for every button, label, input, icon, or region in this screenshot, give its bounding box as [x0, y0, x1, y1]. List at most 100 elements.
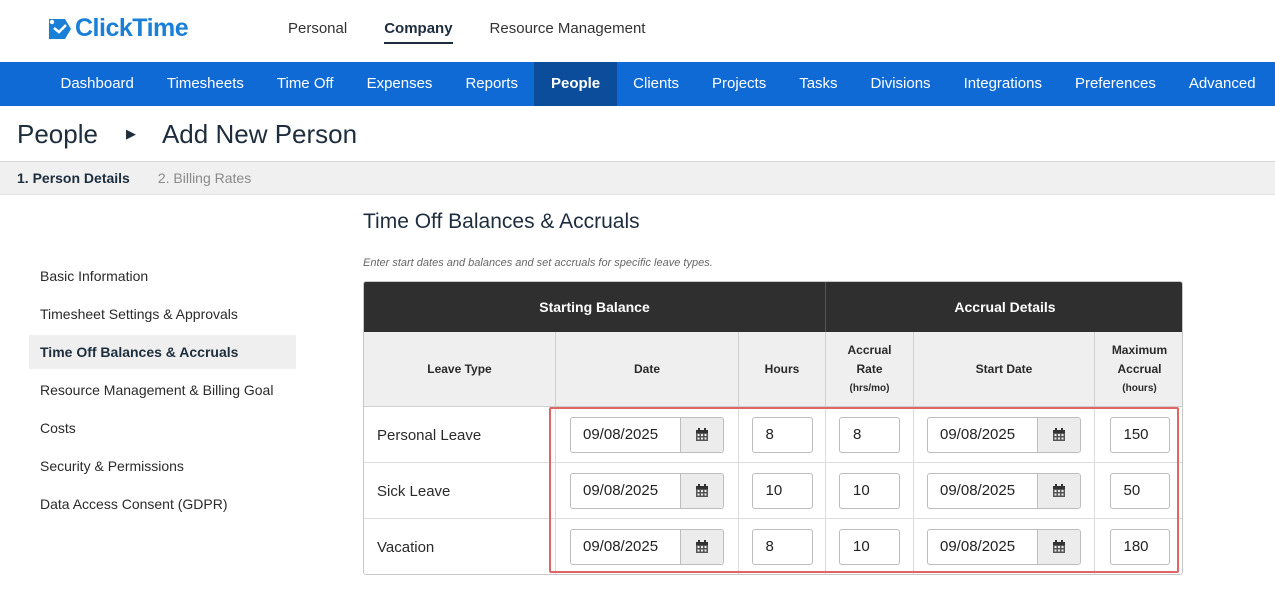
nav-reports[interactable]: Reports	[449, 62, 535, 106]
top-nav-company[interactable]: Company	[384, 0, 453, 62]
balance-date-input[interactable]: 09/08/2025	[570, 473, 724, 509]
nav-divisions[interactable]: Divisions	[854, 62, 947, 106]
page-title: Add New Person	[161, 118, 358, 149]
max-accrual-input[interactable]: 50	[1109, 473, 1170, 509]
balance-date-value[interactable]: 09/08/2025	[571, 474, 680, 508]
col-start-date: Start Date	[914, 332, 1095, 407]
step-billing-rates[interactable]: 2. Billing Rates	[158, 170, 251, 186]
top-nav-resource-management[interactable]: Resource Management	[490, 0, 646, 62]
hours-cell: 8	[739, 407, 826, 463]
table-row: Vacation 09/08/2025 8 10 09/08/2025 180	[364, 519, 1182, 574]
accrual-rate-input[interactable]: 8	[839, 417, 900, 453]
col-accrual-rate-unit: (hrs/mo)	[849, 382, 890, 394]
accrual-rate-cell: 10	[826, 463, 914, 519]
nav-dashboard[interactable]: Dashboard	[44, 62, 150, 106]
nav-timesheets[interactable]: Timesheets	[150, 62, 260, 106]
max-accrual-input[interactable]: 150	[1109, 417, 1170, 453]
calendar-icon[interactable]	[1037, 474, 1080, 508]
hours-input[interactable]: 8	[751, 417, 813, 453]
start-date-cell: 09/08/2025	[914, 407, 1095, 463]
brand-logo[interactable]: ClickTime	[45, 14, 189, 43]
date-cell: 09/08/2025	[556, 519, 739, 574]
col-date: Date	[556, 332, 739, 407]
section-title: Time Off Balances & Accruals	[363, 210, 640, 233]
nav-clients[interactable]: Clients	[617, 62, 696, 106]
col-max-accrual-line1: Maximum	[1111, 342, 1168, 357]
nav-advanced[interactable]: Advanced	[1172, 62, 1272, 106]
accrual-start-date-value[interactable]: 09/08/2025	[928, 474, 1037, 508]
header-accrual-details: Accrual Details	[826, 282, 1182, 332]
col-date-label: Date	[633, 361, 660, 376]
col-max-accrual: Maximum Accrual (hours)	[1095, 332, 1182, 407]
balance-date-value[interactable]: 09/08/2025	[571, 530, 680, 564]
nav-tasks[interactable]: Tasks	[783, 62, 854, 106]
max-accrual-input[interactable]: 180	[1109, 529, 1170, 565]
steps-bar: 1. Person Details 2. Billing Rates	[0, 161, 1275, 195]
calendar-icon[interactable]	[1037, 530, 1080, 564]
col-leave-type: Leave Type	[364, 332, 556, 407]
caret-right-icon: ▶	[125, 126, 136, 141]
sidebar-item-basic-information[interactable]: Basic Information	[29, 259, 296, 293]
hours-cell: 8	[739, 519, 826, 574]
header-starting-balance: Starting Balance	[364, 282, 826, 332]
leave-type-name: Sick Leave	[364, 463, 556, 519]
accrual-start-date-input[interactable]: 09/08/2025	[927, 529, 1081, 565]
sidebar-item-security[interactable]: Security & Permissions	[29, 449, 296, 483]
sidebar-item-resource-management[interactable]: Resource Management & Billing Goal	[29, 373, 296, 407]
leave-type-name: Personal Leave	[364, 407, 556, 463]
leave-type-name: Vacation	[364, 519, 556, 574]
nav-integrations[interactable]: Integrations	[947, 62, 1058, 106]
accrual-start-date-input[interactable]: 09/08/2025	[927, 473, 1081, 509]
calendar-icon[interactable]	[680, 474, 723, 508]
date-cell: 09/08/2025	[556, 463, 739, 519]
balance-date-value[interactable]: 09/08/2025	[571, 418, 680, 452]
accrual-start-date-value[interactable]: 09/08/2025	[928, 418, 1037, 452]
nav-people[interactable]: People	[534, 62, 617, 106]
calendar-icon[interactable]	[680, 418, 723, 452]
balance-date-input[interactable]: 09/08/2025	[570, 529, 724, 565]
accrual-start-date-input[interactable]: 09/08/2025	[927, 417, 1081, 453]
col-accrual-rate-line2: Rate	[856, 361, 883, 376]
sidebar-item-gdpr[interactable]: Data Access Consent (GDPR)	[29, 487, 296, 521]
sidebar-item-time-off-balances[interactable]: Time Off Balances & Accruals	[29, 335, 296, 369]
max-accrual-cell: 180	[1095, 519, 1182, 574]
col-max-accrual-unit: (hours)	[1122, 382, 1157, 394]
start-date-cell: 09/08/2025	[914, 519, 1095, 574]
col-leave-type-label: Leave Type	[427, 361, 492, 376]
accrual-start-date-value[interactable]: 09/08/2025	[928, 530, 1037, 564]
accrual-rate-input[interactable]: 10	[839, 473, 900, 509]
section-sidebar: Basic Information Timesheet Settings & A…	[29, 259, 296, 525]
sidebar-item-costs[interactable]: Costs	[29, 411, 296, 445]
accrual-rate-input[interactable]: 10	[839, 529, 900, 565]
col-hours-label: Hours	[764, 361, 800, 376]
clicktime-logo-icon	[45, 16, 73, 42]
brand-name: ClickTime	[75, 14, 189, 42]
accrual-rate-cell: 8	[826, 407, 914, 463]
top-nav: Personal Company Resource Management	[288, 0, 682, 62]
col-accrual-rate: Accrual Rate (hrs/mo)	[826, 332, 914, 407]
table-row: Personal Leave 09/08/2025 8 8 09/08/2025	[364, 407, 1182, 463]
step-person-details[interactable]: 1. Person Details	[17, 170, 130, 186]
calendar-icon[interactable]	[680, 530, 723, 564]
max-accrual-cell: 50	[1095, 463, 1182, 519]
max-accrual-cell: 150	[1095, 407, 1182, 463]
balance-date-input[interactable]: 09/08/2025	[570, 417, 724, 453]
time-off-table: Starting Balance Accrual Details Leave T…	[363, 281, 1183, 575]
col-max-accrual-line2: Accrual	[1117, 361, 1162, 376]
top-bar: ClickTime Personal Company Resource Mana…	[0, 0, 1275, 62]
nav-preferences[interactable]: Preferences	[1058, 62, 1172, 106]
hours-input[interactable]: 8	[751, 529, 813, 565]
col-start-date-label: Start Date	[975, 361, 1033, 376]
section-help-text: Enter start dates and balances and set a…	[363, 257, 713, 269]
nav-expenses[interactable]: Expenses	[350, 62, 449, 106]
accrual-rate-cell: 10	[826, 519, 914, 574]
nav-time-off[interactable]: Time Off	[260, 62, 350, 106]
sidebar-item-timesheet-settings[interactable]: Timesheet Settings & Approvals	[29, 297, 296, 331]
breadcrumb-people[interactable]: People	[17, 119, 98, 150]
hours-input[interactable]: 10	[751, 473, 813, 509]
nav-projects[interactable]: Projects	[696, 62, 783, 106]
start-date-cell: 09/08/2025	[914, 463, 1095, 519]
top-nav-personal[interactable]: Personal	[288, 0, 347, 62]
table-row: Sick Leave 09/08/2025 10 10 09/08/2025 5…	[364, 463, 1182, 519]
calendar-icon[interactable]	[1037, 418, 1080, 452]
